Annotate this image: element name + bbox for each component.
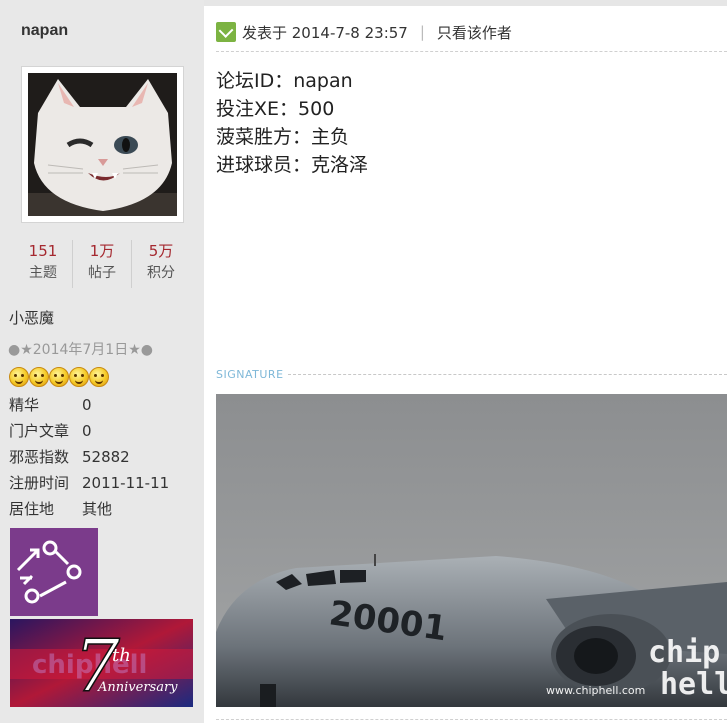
info-value[interactable]: 0: [82, 394, 92, 420]
info-value: 52882: [82, 448, 130, 466]
chiphell-logo-top: chip: [648, 635, 720, 670]
stat-threads[interactable]: 151 主题: [14, 240, 73, 288]
user-stats: 151 主题 1万 帖子 5万 积分: [14, 240, 190, 288]
post-date: 发表于 2014-7-8 23:57: [242, 23, 408, 42]
divider: [216, 51, 727, 52]
smiley-icon: [9, 367, 29, 387]
post-line: 进球球员：克洛泽: [216, 154, 369, 176]
stat-points[interactable]: 5万 积分: [132, 240, 190, 288]
stat-label: 帖子: [88, 265, 116, 281]
author-only-link[interactable]: 只看该作者: [437, 22, 512, 43]
user-rank[interactable]: 小恶魔: [9, 307, 54, 328]
username-link[interactable]: napan: [21, 22, 68, 40]
info-row-location: 居住地 其他: [9, 498, 169, 524]
avatar[interactable]: [21, 66, 184, 223]
avatar-image[interactable]: [28, 73, 177, 216]
chiphell-logo-bottom: hell: [660, 667, 727, 702]
signature-header: SIGNATURE: [216, 367, 727, 381]
medal-badge-gender[interactable]: [10, 528, 98, 616]
stat-label: 主题: [29, 265, 57, 281]
info-key: 邪恶指数: [9, 448, 70, 466]
stat-value[interactable]: 1万: [73, 240, 131, 262]
rank-stars: [9, 367, 109, 387]
watermark-text: www.chiphell.com: [546, 684, 645, 697]
post-line: 论坛ID：napan: [216, 70, 353, 92]
anniversary-word: Anniversary: [97, 680, 178, 695]
post-line: 投注XE：500: [216, 98, 335, 120]
medal-badge-anniversary[interactable]: chiphell 7 th Anniversary: [10, 619, 193, 707]
anniversary-sup: th: [112, 645, 131, 666]
info-key: 门户文章: [9, 422, 70, 440]
signature-label: SIGNATURE: [216, 367, 284, 381]
info-value: 2011-11-11: [82, 474, 170, 492]
post-line: 菠菜胜方：主负: [216, 126, 350, 148]
stat-posts[interactable]: 1万 帖子: [73, 240, 132, 288]
info-value: 其他: [82, 500, 113, 518]
divider: [287, 373, 727, 375]
info-key: 注册时间: [9, 474, 70, 492]
info-key: 居住地: [9, 500, 55, 518]
top-border: [204, 0, 727, 6]
separator: |: [419, 23, 425, 41]
info-value[interactable]: 0: [82, 420, 92, 446]
post-meta: 发表于 2014-7-8 23:57 | 只看该作者: [216, 20, 512, 44]
signature-image[interactable]: 20001 www.chiphell.com chip hell: [216, 394, 727, 707]
stat-value[interactable]: 151: [14, 240, 72, 262]
info-key: 精华: [9, 396, 40, 414]
online-status-icon: [216, 22, 236, 42]
smiley-icon: [69, 367, 89, 387]
stat-value[interactable]: 5万: [132, 240, 190, 262]
divider: [216, 719, 727, 720]
post-content: 论坛ID：napan 投注XE：500 菠菜胜方：主负 进球球员：克洛泽: [216, 67, 368, 179]
smiley-icon: [29, 367, 49, 387]
info-row-evil-index: 邪恶指数 52882: [9, 446, 169, 472]
info-row-digest: 精华 0: [9, 394, 169, 420]
smiley-icon: [89, 367, 109, 387]
smiley-icon: [49, 367, 69, 387]
stat-label: 积分: [147, 265, 175, 281]
info-row-register-date: 注册时间 2011-11-11: [9, 472, 169, 498]
user-title: ●★2014年7月1日★●: [8, 342, 153, 358]
user-info-list: 精华 0 门户文章 0 邪恶指数 52882 注册时间 2011-11-11 居…: [9, 394, 169, 524]
info-row-articles: 门户文章 0: [9, 420, 169, 446]
